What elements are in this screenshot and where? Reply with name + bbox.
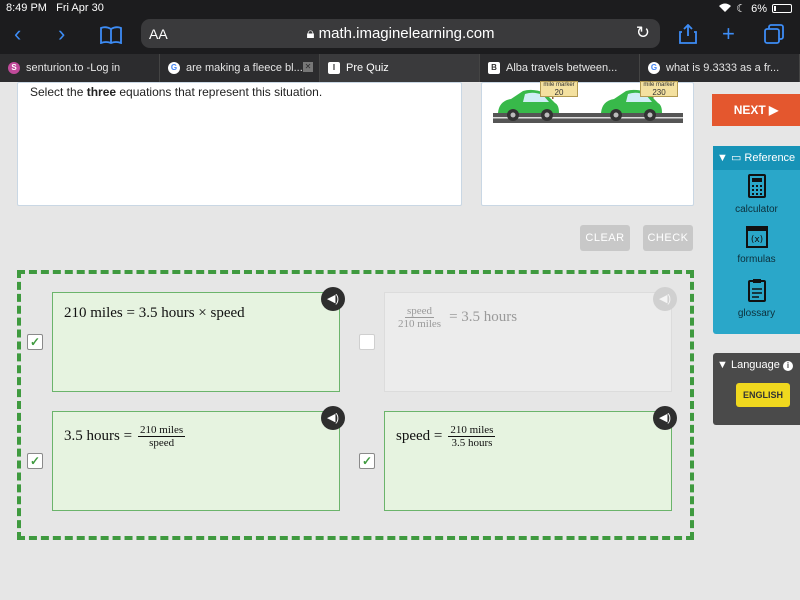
calculator-icon bbox=[713, 174, 800, 204]
tab-fleece[interactable]: G are making a fleece bl... ✕ bbox=[160, 54, 320, 82]
battery-percent: 6% bbox=[751, 2, 767, 15]
tab-pre-quiz[interactable]: I Pre Quiz bbox=[320, 54, 480, 82]
collapse-triangle-icon: ▼ bbox=[717, 152, 728, 164]
reference-header[interactable]: ▼ ▭ Reference bbox=[713, 146, 800, 170]
option-d-equation: speed = 210 miles 3.5 hours bbox=[396, 424, 496, 449]
google-icon: G bbox=[168, 62, 180, 74]
battery-icon bbox=[772, 4, 792, 13]
fraction: 210 miles speed bbox=[138, 424, 186, 449]
speaker-icon[interactable]: ◀) bbox=[321, 406, 345, 430]
url-text: 🔒︎ math.imaginelearning.com bbox=[306, 25, 495, 42]
option-b-equation: speed 210 miles = 3.5 hours bbox=[398, 305, 518, 330]
option-a-checkbox[interactable]: ✓ bbox=[27, 334, 43, 350]
b-icon: B bbox=[488, 62, 500, 74]
svg-text:(x): (x) bbox=[750, 235, 762, 245]
option-d[interactable]: speed = 210 miles 3.5 hours ◀) bbox=[384, 406, 677, 511]
language-header: ▼ Language i bbox=[717, 359, 793, 371]
option-c-checkbox[interactable]: ✓ bbox=[27, 453, 43, 469]
collapse-triangle-icon: ▼ bbox=[717, 359, 728, 371]
lock-icon: 🔒︎ bbox=[306, 25, 315, 42]
next-button[interactable]: NEXT ▶ bbox=[712, 94, 800, 126]
share-icon[interactable] bbox=[679, 23, 697, 50]
formulas-tool[interactable]: (x) formulas bbox=[713, 226, 800, 265]
close-tab-icon[interactable]: ✕ bbox=[303, 62, 313, 72]
tab-what-is[interactable]: G what is 9.3333 as a fr... bbox=[640, 54, 800, 82]
option-b-checkbox[interactable] bbox=[359, 334, 375, 350]
status-bar: 8:49 PM Fri Apr 30 ☾ 6% bbox=[0, 0, 800, 16]
glossary-icon bbox=[713, 278, 800, 308]
calculator-tool[interactable]: calculator bbox=[713, 174, 800, 215]
option-c-equation: 3.5 hours = 210 miles speed bbox=[64, 424, 186, 449]
wifi-icon bbox=[719, 3, 732, 15]
option-b[interactable]: speed 210 miles = 3.5 hours ◀) bbox=[384, 287, 677, 392]
browser-tabs: S senturion.to -Log in G are making a fl… bbox=[0, 54, 800, 82]
status-time-date: 8:49 PM Fri Apr 30 bbox=[6, 2, 104, 14]
check-button[interactable]: CHECK bbox=[643, 225, 693, 251]
i-icon: I bbox=[328, 62, 340, 74]
status-indicators: ☾ 6% bbox=[719, 2, 792, 15]
language-panel: ▼ Language i ENGLISH bbox=[713, 353, 800, 425]
forward-icon[interactable]: › bbox=[58, 21, 65, 47]
clear-button[interactable]: CLEAR bbox=[580, 225, 630, 251]
browser-toolbar: ‹ › AA 🔒︎ math.imaginelearning.com ↻ + bbox=[0, 16, 800, 54]
info-icon[interactable]: i bbox=[782, 361, 793, 371]
back-icon[interactable]: ‹ bbox=[14, 21, 21, 47]
instruction-text: Select the three equations that represen… bbox=[30, 85, 323, 99]
english-language-button[interactable]: ENGLISH bbox=[736, 383, 790, 407]
fraction: 210 miles 3.5 hours bbox=[448, 424, 496, 449]
question-card: Select the three equations that represen… bbox=[17, 82, 462, 206]
illustration-card: mile marker 20 mile marker 230 bbox=[481, 81, 694, 206]
mile-marker-sign: mile marker 230 bbox=[640, 81, 678, 97]
reference-panel: ▼ ▭ Reference calculator (x) formulas gl… bbox=[713, 146, 800, 334]
mile-marker-sign: mile marker 20 bbox=[540, 81, 578, 97]
new-tab-icon[interactable]: + bbox=[722, 21, 735, 47]
tab-senturion[interactable]: S senturion.to -Log in bbox=[0, 54, 160, 82]
option-a-equation: 210 miles = 3.5 hours × speed bbox=[64, 305, 245, 321]
formulas-icon: (x) bbox=[713, 226, 800, 254]
speaker-icon[interactable]: ◀) bbox=[321, 287, 345, 311]
address-bar[interactable]: AA 🔒︎ math.imaginelearning.com ↻ bbox=[141, 19, 660, 48]
reference-window-icon: ▭ bbox=[730, 152, 742, 164]
speaker-icon[interactable]: ◀) bbox=[653, 287, 677, 311]
glossary-tool[interactable]: glossary bbox=[713, 278, 800, 319]
s-icon: S bbox=[8, 62, 20, 74]
car-illustration: mile marker 20 mile marker 230 bbox=[493, 81, 683, 130]
google-icon: G bbox=[648, 62, 660, 74]
speaker-icon[interactable]: ◀) bbox=[653, 406, 677, 430]
option-c[interactable]: 3.5 hours = 210 miles speed ◀) bbox=[52, 406, 345, 511]
moon-icon: ☾ bbox=[736, 3, 747, 15]
quiz-page: Select the three equations that represen… bbox=[0, 81, 800, 600]
reload-icon[interactable]: ↻ bbox=[636, 23, 650, 43]
option-d-checkbox[interactable]: ✓ bbox=[359, 453, 375, 469]
tab-alba[interactable]: B Alba travels between... bbox=[480, 54, 640, 82]
option-a[interactable]: 210 miles = 3.5 hours × speed ◀) bbox=[52, 287, 345, 392]
fraction: speed 210 miles bbox=[398, 305, 442, 330]
tabs-overview-icon[interactable] bbox=[764, 24, 784, 50]
bookmarks-icon[interactable] bbox=[100, 24, 122, 50]
